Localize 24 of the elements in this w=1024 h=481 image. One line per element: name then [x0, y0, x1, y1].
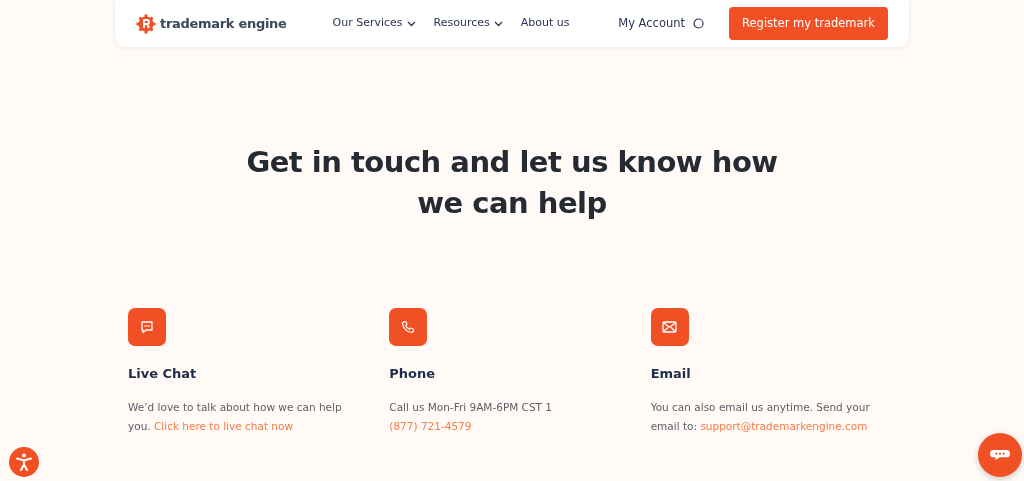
contact-title: Phone [389, 365, 437, 383]
nav-link[interactable]: About us [520, 15, 570, 32]
contact-description: You can also email us anytime. Send your email to: support@trademarkengine.com [650, 399, 871, 434]
nav-link[interactable]: Resources [433, 15, 490, 32]
phone-icon [401, 320, 416, 334]
accessibility-button[interactable] [9, 447, 39, 477]
chat-bubble-icon [990, 449, 1010, 461]
page-heading: Get in touch and let us know how we can help [245, 144, 779, 222]
gear-logo-icon [136, 13, 156, 34]
chevron-down-icon[interactable] [493, 20, 503, 27]
contact-description: We’d love to talk about how we can help you. Click here to live chat now [128, 399, 343, 434]
chat-button[interactable] [978, 433, 1022, 477]
contact-description: Call us Mon-Fri 9AM-6PM CST 1 (877) 721-4579 [389, 399, 554, 434]
account-circle-icon[interactable] [693, 18, 705, 29]
my-account-link[interactable]: My Account [618, 14, 686, 33]
envelope-icon [662, 321, 678, 333]
nav-link[interactable]: Our Services [332, 15, 403, 32]
chevron-down-icon[interactable] [406, 20, 416, 27]
contact-title: Email [650, 365, 692, 383]
register-button[interactable]: Register my trademark [729, 6, 888, 41]
chat-bubble-icon [140, 320, 154, 334]
accessibility-icon [16, 453, 32, 471]
logo-text[interactable]: trademark engine [160, 13, 287, 34]
contact-title: Live Chat [128, 365, 198, 383]
